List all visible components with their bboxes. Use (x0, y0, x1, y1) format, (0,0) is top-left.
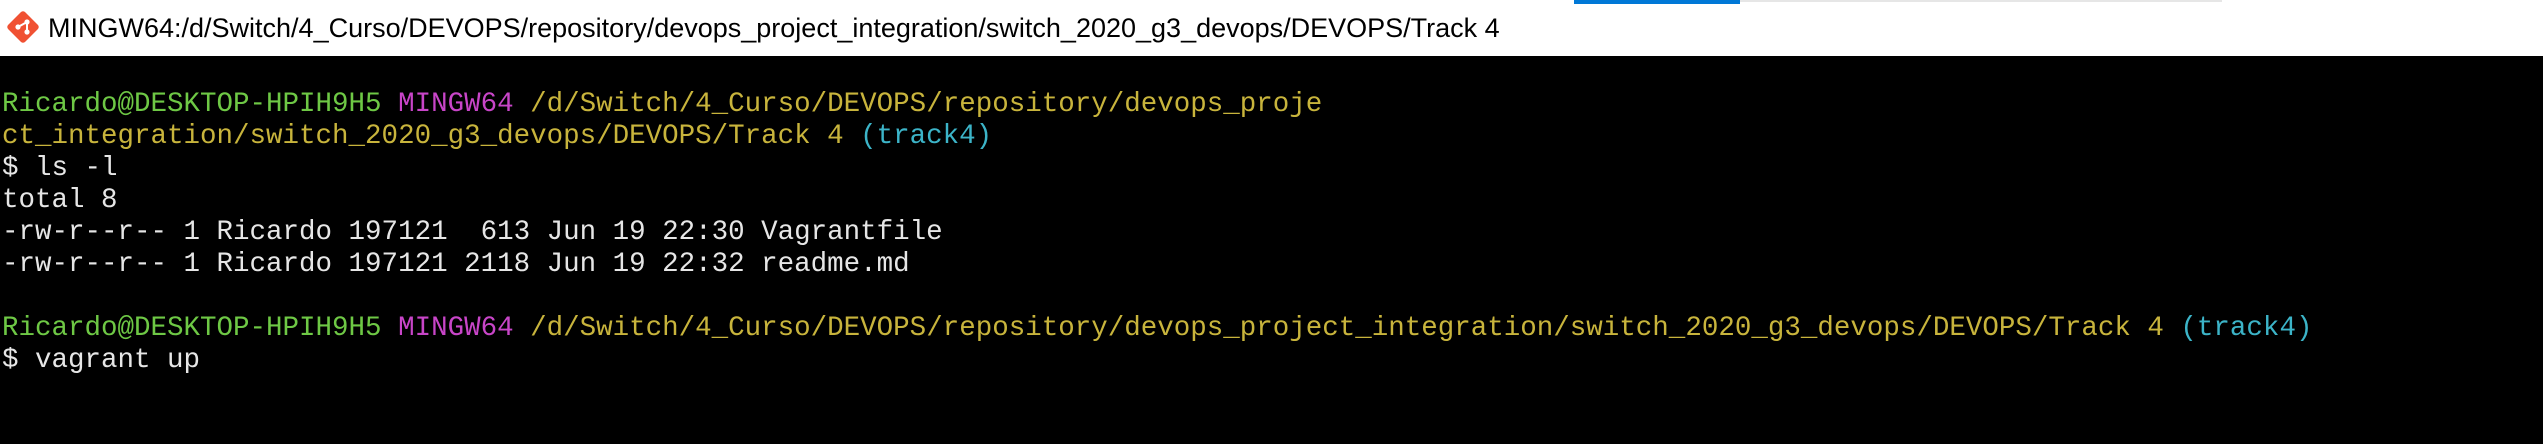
focus-indicator (1574, 0, 1740, 4)
prompt-branch: (track4) (860, 121, 993, 152)
output-line: total 8 (2, 185, 118, 216)
prompt-line: Ricardo@DESKTOP-HPIH9H5 MINGW64 /d/Switc… (2, 89, 1322, 121)
prompt-user-host: Ricardo@DESKTOP-HPIH9H5 (2, 89, 382, 120)
prompt-env: MINGW64 (398, 89, 514, 120)
prompt-path: /d/Switch/4_Curso/DEVOPS/repository/devo… (530, 89, 1323, 120)
prompt-user-host: Ricardo@DESKTOP-HPIH9H5 (2, 313, 382, 344)
prompt-path-continued: ct_integration/switch_2020_g3_devops/DEV… (2, 121, 844, 152)
git-bash-icon (7, 11, 39, 43)
terminal-output[interactable]: Ricardo@DESKTOP-HPIH9H5 MINGW64 /d/Switc… (0, 56, 2543, 444)
output-line: -rw-r--r-- 1 Ricardo 197121 2118 Jun 19 … (2, 249, 910, 280)
prompt-line-wrap: ct_integration/switch_2020_g3_devops/DEV… (2, 121, 992, 153)
prompt-path: /d/Switch/4_Curso/DEVOPS/repository/devo… (530, 313, 2164, 344)
window-title: MINGW64:/d/Switch/4_Curso/DEVOPS/reposit… (48, 13, 1500, 43)
output-line: -rw-r--r-- 1 Ricardo 197121 613 Jun 19 2… (2, 217, 943, 248)
prompt-line: Ricardo@DESKTOP-HPIH9H5 MINGW64 /d/Switc… (2, 313, 2312, 345)
title-bar-edge (1740, 0, 2222, 2)
command-line: $ ls -l (2, 153, 118, 184)
command-line: $ vagrant up (2, 345, 201, 376)
prompt-env: MINGW64 (398, 313, 514, 344)
terminal-window: MINGW64:/d/Switch/4_Curso/DEVOPS/reposit… (0, 0, 2543, 444)
title-bar[interactable]: MINGW64:/d/Switch/4_Curso/DEVOPS/reposit… (0, 0, 2543, 56)
prompt-branch: (track4) (2180, 313, 2313, 344)
